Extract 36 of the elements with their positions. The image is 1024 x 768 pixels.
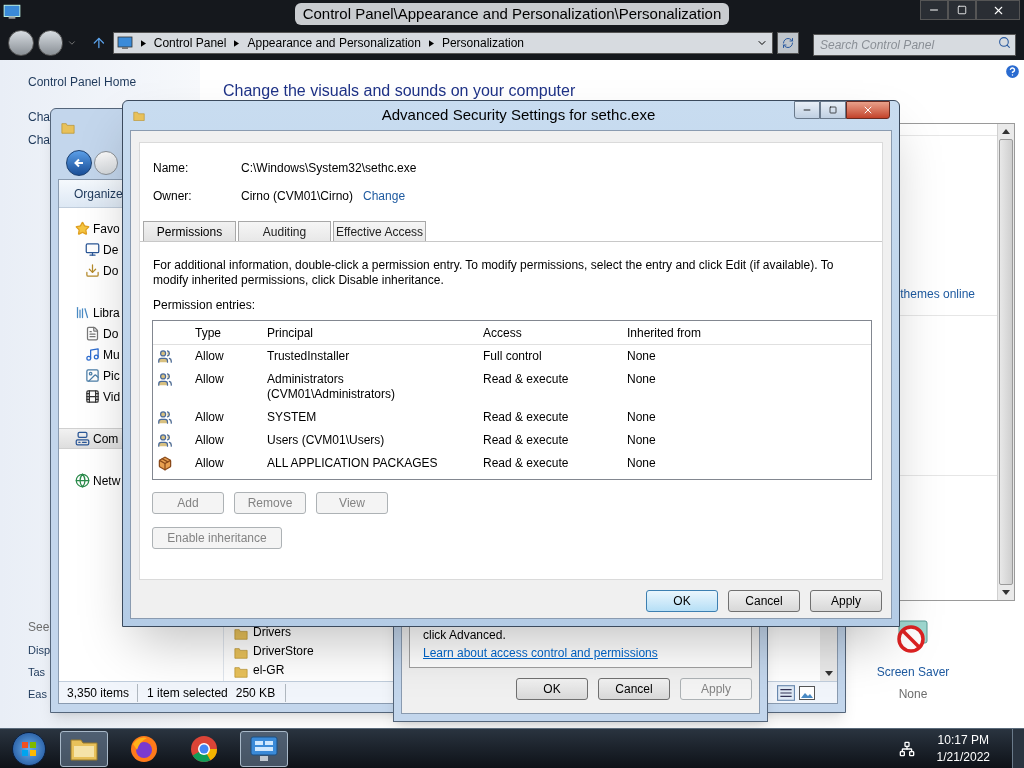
table-cell-text: ALL APPLICATION PACKAGES [266,456,439,471]
table-cell-text: Allow [194,349,225,364]
table-cell-text: None [626,433,656,448]
table-cell-text: None [626,349,656,364]
selection-size: 250 KB [227,683,287,702]
table-cell-text: SYSTEM [266,410,318,425]
file-path: C:\Windows\System32\sethc.exe [241,160,417,177]
owner-label: Owner: [153,188,193,205]
table-cell-text: None [626,372,656,387]
info-text: click Advanced. [423,628,507,642]
dialog-title: Advanced Security Settings for sethc.exe [381,105,656,126]
selection-count: 1 item selected [146,684,228,702]
name-label: Name: [153,160,190,177]
table-cell-text: Users (CVM01\Users) [266,433,386,448]
table-cell-text: Administrators (CVM01\Administrators) [266,372,397,402]
table-cell-text: Read & execute [482,433,570,448]
table-cell-text: Read & execute [482,372,570,387]
page-heading: Change the visuals and sounds on your computer [223,81,577,101]
table-cell-text: Allow [194,410,225,425]
screen-saver-value: None [898,686,928,703]
table-cell-text: TrustedInstaller [266,349,351,364]
table-cell-text: Read & execute [482,410,570,425]
table-cell-text: Allow [194,372,225,387]
table-cell-text: None [626,456,656,471]
see-also-heading: See [28,619,50,635]
table-cell-text: None [626,410,656,425]
table-cell-text: Allow [194,456,225,471]
table-cell-text: Read & execute [482,456,570,471]
instructions-text: For additional information, double-click a permission entry. To modify permissions, select the entry and click Edit (if available). To modify inherited permissions, click Disable inheritance. [153,258,835,288]
table-cell-text: Allow [194,433,225,448]
item-count: 3,350 items [67,683,139,702]
owner-name: Cirno (CVM01\Cirno) [241,188,354,205]
window-title: Control Panel\Appearance and Personalization\Personalization [294,3,730,25]
table-cell-text: Full control [482,349,543,364]
entries-label: Permission entries: [153,298,257,313]
screen-saver-label: Screen Saver [876,664,950,681]
